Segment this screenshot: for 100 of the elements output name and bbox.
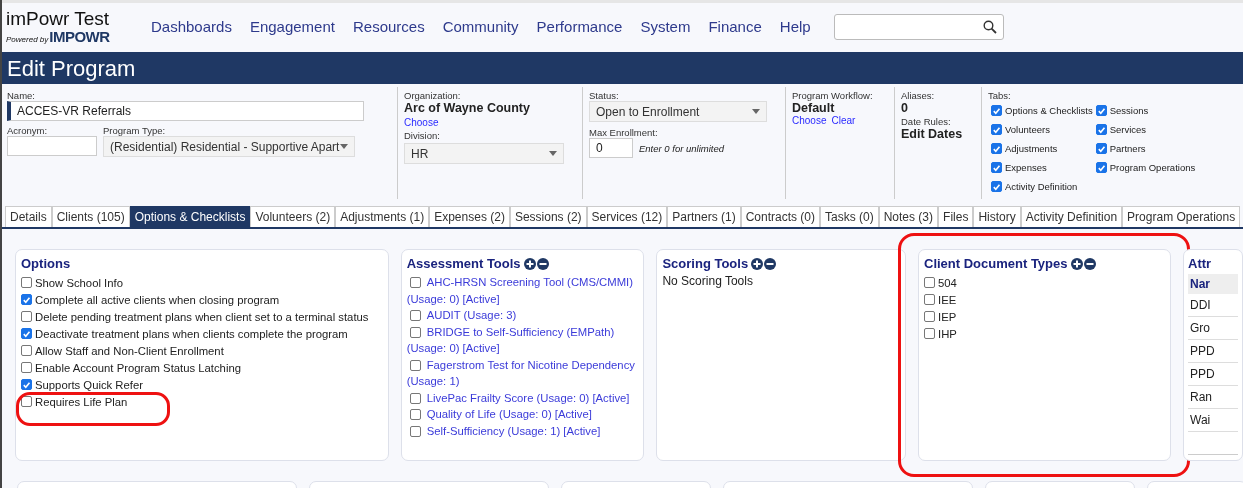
checkbox[interactable]	[991, 143, 1002, 154]
checkbox[interactable]	[21, 294, 32, 305]
checkbox[interactable]	[21, 362, 32, 373]
tab[interactable]: Files	[938, 206, 974, 227]
option-label: Allow Staff and Non-Client Enrollment	[35, 344, 224, 357]
assessment-tool-link[interactable]: AUDIT (Usage: 3)	[406, 307, 639, 324]
checkbox[interactable]	[924, 277, 935, 288]
field-label: Program Type:	[103, 125, 167, 136]
nav-link[interactable]: Performance	[527, 18, 632, 35]
assessment-tool-link[interactable]: BRIDGE to Self-Sufficiency (EMPath) (Usage: 0) [Active]	[406, 323, 639, 357]
remove-icon	[764, 257, 777, 270]
assessment-tool-link[interactable]: Self-Sufficiency (Usage: 1) [Active]	[406, 422, 639, 439]
tab[interactable]: Program Operations	[1122, 206, 1241, 227]
division-dropdown[interactable]: HR	[404, 143, 564, 164]
tab[interactable]: Contracts (0)	[740, 206, 820, 227]
add-icon	[523, 257, 536, 270]
nav-link[interactable]: Finance	[699, 18, 771, 35]
workflow-link[interactable]: Clear	[831, 115, 856, 126]
assessment-tool-link[interactable]: Fagerstrom Test for Nicotine Dependency (Usage: 1)	[406, 356, 639, 390]
tab[interactable]: Clients (105)	[51, 206, 130, 227]
option-label: Complete all active clients when closing program	[35, 293, 280, 306]
program-type-dropdown[interactable]: (Residential) Residential - Supportive Apart	[103, 136, 355, 157]
checkbox[interactable]	[924, 294, 935, 305]
assessment-tool-link[interactable]: AHC-HRSN Screening Tool (CMS/CMMI) (Usage: 0) [Active]	[406, 274, 639, 307]
nav-link[interactable]: Engagement	[240, 18, 344, 35]
tab[interactable]: Options & Checklists	[129, 206, 251, 227]
tab[interactable]: Volunteers (2)	[250, 206, 336, 227]
search-icon	[982, 19, 997, 34]
checkbox[interactable]	[409, 326, 421, 338]
checkbox[interactable]	[409, 409, 421, 420]
checkbox[interactable]	[1095, 105, 1107, 116]
document-type-label: IEE	[938, 293, 957, 306]
workflow-link[interactable]: Choose	[792, 115, 827, 126]
checkbox[interactable]	[409, 310, 421, 321]
powered-by-text: Powered by	[6, 35, 49, 44]
tab[interactable]: Adjustments (1)	[335, 206, 430, 227]
caret-icon	[340, 144, 348, 149]
caret-icon	[549, 151, 557, 156]
checkbox-label: Options & Checklists	[1005, 105, 1093, 116]
checkbox[interactable]	[924, 311, 935, 322]
checkbox[interactable]	[409, 359, 421, 371]
option-label: Enable Account Program Status Latching	[35, 361, 241, 374]
checkbox[interactable]	[924, 328, 935, 339]
checkbox[interactable]	[991, 105, 1002, 116]
checkbox[interactable]	[409, 392, 421, 404]
checkbox[interactable]	[991, 124, 1002, 135]
nav-link[interactable]: Help	[770, 18, 820, 35]
checkbox[interactable]	[1095, 143, 1107, 154]
checkbox[interactable]	[21, 311, 32, 322]
checkbox[interactable]	[1095, 124, 1107, 135]
tab[interactable]: Notes (3)	[878, 206, 939, 227]
assessment-tool-link[interactable]: Quality of Life (Usage: 0) [Active]	[406, 406, 639, 423]
checkbox-label: Activity Definition	[1005, 181, 1078, 192]
nav-link[interactable]: Dashboards	[142, 18, 241, 35]
tab[interactable]: Expenses (2)	[429, 206, 510, 227]
tab[interactable]: History	[973, 206, 1021, 227]
tab[interactable]: Partners (1)	[667, 206, 741, 227]
tab[interactable]: Activity Definition	[1020, 206, 1123, 227]
checkbox[interactable]	[21, 277, 32, 288]
aliases-value: 0	[901, 101, 909, 115]
field-label: Program Workflow:	[792, 90, 874, 101]
table-cell: Gro	[1188, 317, 1238, 340]
status-dropdown[interactable]: Open to Enrollment	[589, 101, 767, 122]
nav-link[interactable]: System	[631, 18, 700, 35]
nav-link[interactable]: Community	[433, 18, 528, 35]
field-label: Name:	[7, 90, 36, 101]
tab[interactable]: Details	[5, 206, 52, 227]
page-title: Edit Program	[2, 52, 1243, 84]
remove-icon	[536, 257, 549, 270]
checkbox[interactable]	[21, 379, 32, 390]
table-cell: PPD	[1188, 340, 1238, 363]
checkbox-label: Partners	[1109, 143, 1146, 154]
field-label: Status:	[589, 90, 620, 101]
organization-value: Arc of Wayne County	[404, 101, 531, 115]
tab[interactable]: Sessions (2)	[509, 206, 587, 227]
checkbox[interactable]	[409, 277, 421, 288]
checkbox[interactable]	[21, 396, 32, 407]
checkbox[interactable]	[21, 328, 32, 339]
checkbox[interactable]	[991, 181, 1002, 192]
nav-link[interactable]: Resources	[343, 18, 434, 35]
choose-link[interactable]: Choose	[404, 117, 439, 128]
field-label: Acronym:	[7, 125, 49, 136]
checkbox[interactable]	[409, 425, 421, 437]
app-title: imPowr Test	[6, 9, 111, 29]
tab[interactable]: Services (12)	[586, 206, 668, 227]
search-field[interactable]	[833, 13, 1004, 40]
acronym-field[interactable]	[7, 136, 97, 156]
table-cell: PPD	[1188, 363, 1238, 386]
checkbox-label: Program Operations	[1109, 162, 1196, 173]
document-type-label: 504	[938, 276, 957, 289]
tab[interactable]: Tasks (0)	[820, 206, 879, 227]
checkbox[interactable]	[991, 162, 1002, 173]
option-label: Show School Info	[35, 276, 123, 289]
option-label: Deactivate treatment plans when clients complete the program	[35, 327, 348, 340]
name-field[interactable]: ACCES-VR Referrals	[7, 101, 364, 121]
checkbox-label: Volunteers	[1005, 124, 1050, 135]
assessment-tool-link[interactable]: LivePac Frailty Score (Usage: 0) [Active]	[406, 389, 639, 406]
checkbox[interactable]	[21, 345, 32, 356]
max-enrollment-field[interactable]: 0	[589, 138, 633, 158]
checkbox[interactable]	[1095, 162, 1107, 173]
